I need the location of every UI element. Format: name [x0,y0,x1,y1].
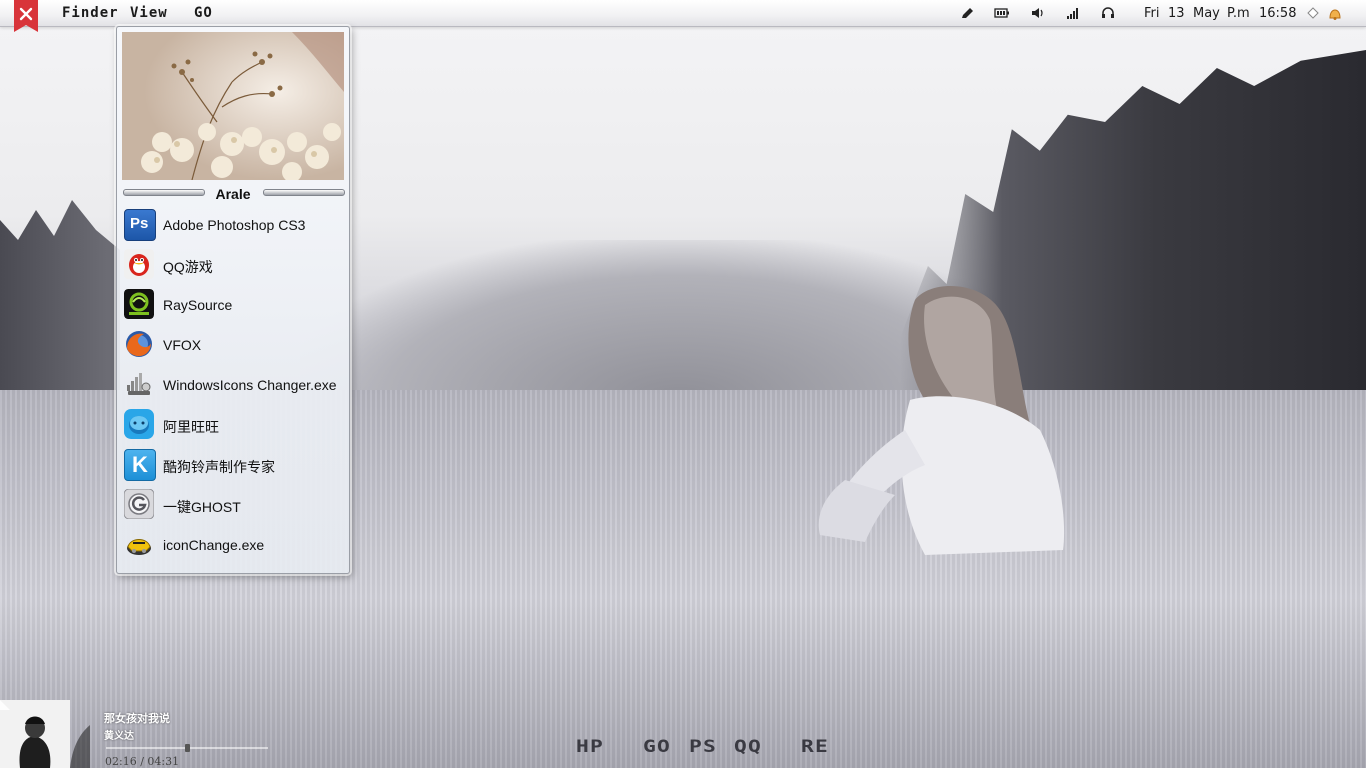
player-song-title: 那女孩对我说 [104,712,170,725]
clock-day: Fri [1144,6,1160,21]
player-progress-knob[interactable] [185,744,190,752]
app-item-kugou-ringtone[interactable]: K 酷狗铃声制作专家 [122,447,344,483]
title-separator-right [263,189,345,196]
app-label: Adobe Photoshop CS3 [163,217,306,233]
diamond-icon[interactable] [1306,7,1320,19]
app-item-iconchange[interactable]: iconChange.exe [122,527,344,563]
icons-changer-icon [127,373,151,395]
app-item-vfox[interactable]: VFOX [122,327,344,363]
app-item-aliwangwang[interactable]: 阿里旺旺 [122,407,344,443]
app-label: QQ游戏 [163,259,213,275]
app-item-windowsicons-changer[interactable]: WindowsIcons Changer.exe [122,367,344,403]
signal-icon[interactable] [1066,7,1080,19]
pen-icon[interactable] [960,7,974,19]
app-launcher-panel: Arale Ps Adobe Photoshop CS3 QQ游戏 RaySou… [116,26,350,574]
app-label: WindowsIcons Changer.exe [163,377,337,393]
app-item-raysource[interactable]: RaySource [122,287,344,323]
flower-photo-image [122,32,344,180]
menu-view[interactable]: View [130,5,168,21]
volume-icon[interactable] [1031,7,1045,19]
kugou-icon-text: K [132,452,148,477]
notification-icon[interactable] [1327,5,1343,21]
aliwangwang-icon [124,409,154,439]
app-item-ghost[interactable]: 一键GHOST [122,487,344,523]
player-artist: 黄义达 [104,731,134,742]
clock-date: 13 [1168,6,1185,21]
app-label: 一键GHOST [163,499,241,515]
menu-finder[interactable]: Finder [62,5,119,21]
clock-month: May [1193,6,1220,21]
photoshop-icon: Ps [124,209,156,241]
app-label: RaySource [163,297,233,313]
app-item-photoshop[interactable]: Ps Adobe Photoshop CS3 [122,207,344,243]
close-ribbon-button[interactable] [14,0,38,32]
launcher-header-photo [122,32,344,180]
raysource-icon [124,289,154,319]
top-menu-bar: Finder View GO Fri 13 May P.m 16:58 [0,0,1366,27]
kugou-ringtone-icon: K [124,449,156,481]
wallpaper-girl-figure [818,286,1065,555]
player-time: 02:16 / 04:31 [105,755,180,768]
ghost-icon [124,489,154,519]
menu-go[interactable]: GO [194,5,213,21]
page-curl-decoration [0,700,90,768]
vfox-icon [126,331,152,357]
app-label: VFOX [163,337,202,353]
dock-item-ps[interactable]: PS [689,737,717,757]
app-label: 酷狗铃声制作专家 [163,459,275,475]
photoshop-icon-text: Ps [130,215,149,232]
dock-item-go[interactable]: GO [643,737,671,757]
headphones-icon[interactable] [1101,7,1115,19]
dock-item-qq[interactable]: QQ [734,737,762,757]
app-label: 阿里旺旺 [163,419,219,435]
app-label: iconChange.exe [163,537,265,553]
qq-games-icon [124,249,154,279]
app-item-qq-games[interactable]: QQ游戏 [122,247,344,283]
dock-item-re[interactable]: RE [801,737,829,757]
dock-item-hp[interactable]: HP [576,737,604,757]
iconchange-icon [127,539,151,555]
clock-ampm: P.m [1227,6,1250,21]
clock-time[interactable]: 16:58 [1259,6,1296,21]
battery-icon[interactable] [994,7,1010,19]
